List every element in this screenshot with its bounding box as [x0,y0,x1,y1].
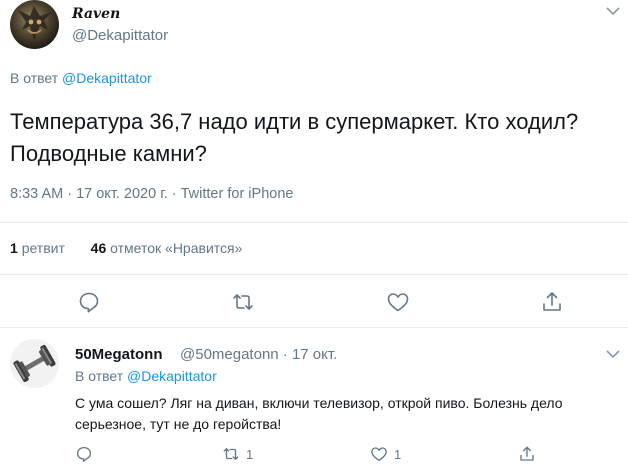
reply-author-name[interactable]: 50Megatonn [75,346,163,363]
reply-prefix: В ответ [75,368,124,384]
like-label: отметок «Нравится» [110,240,243,256]
like-icon[interactable] [386,290,410,314]
like-stat[interactable]: 46 отметок «Нравится» [91,240,243,256]
avatar[interactable] [10,0,59,49]
retweet-count: 1 [10,240,18,256]
like-count: 1 [394,446,402,462]
like-button[interactable]: 1 [370,445,401,463]
tweet-stats: 1 ретвит 46 отметок «Нравится» [10,240,242,256]
reply-handle-date[interactable]: @50megatonn · 17 окт. [180,346,337,363]
reply-prefix: В ответ [10,70,59,86]
share-icon[interactable] [540,290,564,314]
reply-context: В ответ @Dekapittator [75,368,217,384]
reply-icon [75,445,93,463]
chevron-down-icon[interactable] [606,349,620,359]
tweet-text: Температура 36,7 надо идти в супермаркет… [10,109,579,166]
avatar[interactable] [10,339,59,388]
reply-button[interactable] [75,445,93,463]
retweet-stat[interactable]: 1 ретвит [10,240,65,256]
chevron-down-icon[interactable] [606,6,620,16]
divider [0,274,628,275]
retweet-label: ретвит [21,240,65,256]
divider [0,327,628,328]
retweet-button[interactable]: 1 [222,445,253,463]
share-button[interactable] [518,445,536,463]
retweet-count: 1 [246,446,254,462]
share-icon [518,445,536,463]
like-count: 46 [90,240,107,256]
author-name[interactable]: Raven [72,6,120,22]
reply-context: В ответ @Dekapittator [10,70,152,86]
reply-to-link[interactable]: @Dekapittator [62,70,152,86]
tweet-meta[interactable]: 8:33 AM · 17 окт. 2020 г. · Twitter for … [10,186,293,202]
divider [0,222,628,223]
retweet-icon [222,445,240,463]
author-handle[interactable]: @Dekapittator [72,27,168,44]
reply-icon[interactable] [77,290,101,314]
retweet-icon[interactable] [231,290,255,314]
reply-to-link[interactable]: @Dekapittator [127,368,217,384]
like-icon [370,445,388,463]
reply-text: С ума сошел? Ляг на диван, включи телеви… [75,395,563,432]
